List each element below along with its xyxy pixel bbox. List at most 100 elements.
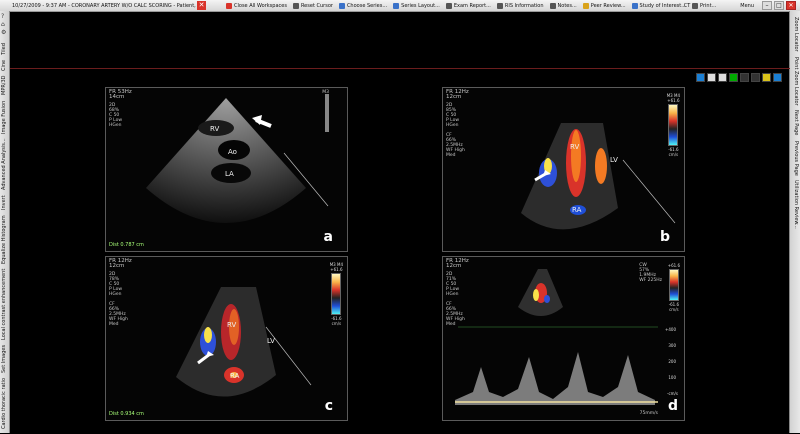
monitor-icon[interactable]	[773, 73, 782, 82]
label-ra: RA	[230, 372, 240, 380]
echo-panel-d[interactable]: FR 12Hz 12cm 2D 71% C 50 P Low HGen CF 6…	[442, 256, 685, 421]
left-top-icons: ? ⌂ ⚙	[1, 13, 6, 37]
toolbar-button-label: Notes...	[557, 2, 577, 9]
toolbar-button[interactable]: Exam Report...	[445, 2, 491, 9]
home-icon[interactable]: ⌂	[1, 21, 6, 29]
grid-3-icon[interactable]	[751, 73, 760, 82]
grid-icon[interactable]	[729, 73, 738, 82]
label-rv: RV	[570, 143, 580, 151]
label-ra: RA	[572, 206, 582, 214]
echo-panel-a[interactable]: FR 53Hz 14cm 2D 68% C 50 P Low HGen RV A…	[105, 87, 348, 252]
left-tab[interactable]: Advanced Analysis...	[1, 139, 7, 191]
toolbar-button-icon	[496, 2, 503, 9]
help-icon[interactable]: ?	[1, 13, 6, 21]
color-scale-b: M3 M4 +61.6 -61.6 cm/s	[667, 93, 680, 157]
doppler-tick: 300	[668, 343, 676, 348]
toolbar-button-label: Close All Workspaces	[234, 2, 287, 9]
left-tab[interactable]: Tiled	[1, 43, 7, 55]
color-scale-bar	[331, 273, 342, 315]
toolbar-button[interactable]: Close All Workspaces	[226, 2, 287, 9]
toolbar-button[interactable]: Series Layout...	[393, 2, 440, 9]
left-tab[interactable]: Set Images	[1, 345, 7, 373]
right-tab[interactable]: Previous Page	[793, 141, 799, 176]
scale-top: +61.6	[667, 98, 680, 103]
scale-top: +61.6	[330, 267, 343, 272]
color-scale-bar	[668, 104, 679, 146]
arrow-left-icon[interactable]	[707, 73, 716, 82]
close-study-button[interactable]: ✕	[197, 1, 206, 10]
toolbar-button-icon	[582, 2, 589, 9]
restore-button[interactable]: □	[774, 1, 784, 10]
toolbar-button[interactable]: Study of Interest...	[631, 2, 687, 9]
toolbar-button-label: Exam Report...	[453, 2, 491, 9]
left-tool-panel: ? ⌂ ⚙ Cardio thoracic ratio Set Images Loc…	[0, 11, 10, 433]
arrow-right-icon[interactable]	[718, 73, 727, 82]
toolbar-button-label: Study of Interest...	[639, 2, 687, 9]
sweep-speed: 75mm/s	[639, 411, 658, 416]
panel-a-header: FR 53Hz 14cm	[109, 89, 132, 100]
panel-d-header: FR 12Hz 12cm	[446, 258, 469, 269]
toolbar-button-label: Series Layout...	[401, 2, 440, 9]
right-tab[interactable]: Zoom Locator	[793, 17, 799, 52]
folder-icon[interactable]	[762, 73, 771, 82]
label-rv: RV	[227, 321, 237, 329]
label-lv: LV	[267, 337, 275, 345]
scale-title-a: M3	[322, 90, 329, 95]
toolbar-button-icon	[445, 2, 452, 9]
doppler-tick: -cm/s	[667, 391, 678, 396]
gear-icon[interactable]: ⚙	[1, 29, 6, 37]
toolbar-button-label: Choose Series...	[346, 2, 388, 9]
left-tab[interactable]: Cine	[1, 60, 7, 71]
toolbar-button-label: RIS Information	[504, 2, 544, 9]
layout-icon[interactable]	[696, 73, 705, 82]
menu-button[interactable]: Menu	[740, 3, 754, 9]
label-ao: Ao	[228, 148, 237, 156]
grid-2-icon[interactable]	[740, 73, 749, 82]
distance-readout: Dist 0.787 cm	[109, 242, 144, 248]
viewer-tool-icons	[696, 73, 782, 82]
left-tab[interactable]: Cardio thoracic ratio	[1, 378, 7, 429]
toolbar-right: CT Menu – □ ✕	[684, 0, 796, 11]
modality-label: CT	[683, 2, 691, 9]
doppler-tick: 100	[668, 375, 676, 380]
panel-b-params: 2D 85% C 50 P Low HGen CF 66% 2.5MHz WF …	[446, 103, 465, 158]
toolbar-button-label: Peer Review...	[590, 2, 626, 9]
right-tab[interactable]: Next Page	[793, 110, 799, 135]
echo-image-b	[521, 123, 676, 230]
doppler-tick: 200	[668, 359, 676, 364]
left-tab[interactable]: Invert	[1, 195, 7, 210]
panel-d-params: 2D 71% C 50 P Low HGen CF 66% 2.5MHz WF …	[446, 272, 465, 327]
left-tab[interactable]: Image Fusion	[1, 100, 7, 133]
panel-c-params: 2D 78% C 50 P Low HGen CF 66% 2.5MHz WF …	[109, 272, 128, 327]
right-tab[interactable]: Point Zoom Locator	[793, 57, 799, 106]
toolbar-button[interactable]: Peer Review...	[582, 2, 626, 9]
minimize-button[interactable]: –	[762, 1, 772, 10]
toolbar-button[interactable]: Reset Cursor	[292, 2, 333, 9]
distance-readout: Dist 0.934 cm	[109, 411, 144, 417]
left-tab[interactable]: Local contrast enhancement	[1, 269, 7, 340]
echo-image-c	[176, 287, 312, 397]
top-toolbar: 10/27/2009 - 9:37 AM - CORONARY ARTERY W…	[0, 0, 800, 12]
toolbar-button-icon	[549, 2, 556, 9]
left-tab[interactable]: MPR/3D	[1, 76, 7, 96]
left-tabs: Cardio thoracic ratio Set Images Local con…	[1, 43, 7, 429]
panel-letter-b: b	[659, 229, 670, 245]
toolbar-button-icon	[292, 2, 299, 9]
color-scale-c: M3 M4 +61.6 -61.6 cm/s	[330, 262, 343, 326]
toolbar-button[interactable]: RIS Information	[496, 2, 544, 9]
toolbar-button-icon	[631, 2, 638, 9]
toolbar-button[interactable]: Notes...	[549, 2, 577, 9]
scale-unit: cm/s	[669, 307, 679, 312]
color-scale-bar	[668, 269, 679, 301]
echo-panel-c[interactable]: FR 12Hz 12cm 2D 78% C 50 P Low HGen CF 6…	[105, 256, 348, 421]
panel-letter-a: a	[323, 229, 333, 245]
toolbar-button-icon	[338, 2, 345, 9]
left-tab[interactable]: Equalize Histogram	[1, 215, 7, 264]
panel-letter-d: d	[667, 398, 678, 414]
close-window-button[interactable]: ✕	[786, 1, 796, 10]
toolbar-buttons: Close All Workspaces Reset Cursor Choose S…	[226, 2, 722, 9]
doppler-tick: +400	[665, 327, 676, 332]
echo-panel-b[interactable]: FR 12Hz 12cm 2D 85% C 50 P Low HGen CF 6…	[442, 87, 685, 252]
toolbar-button[interactable]: Choose Series...	[338, 2, 388, 9]
right-tab[interactable]: Utilization Review...	[793, 180, 799, 229]
